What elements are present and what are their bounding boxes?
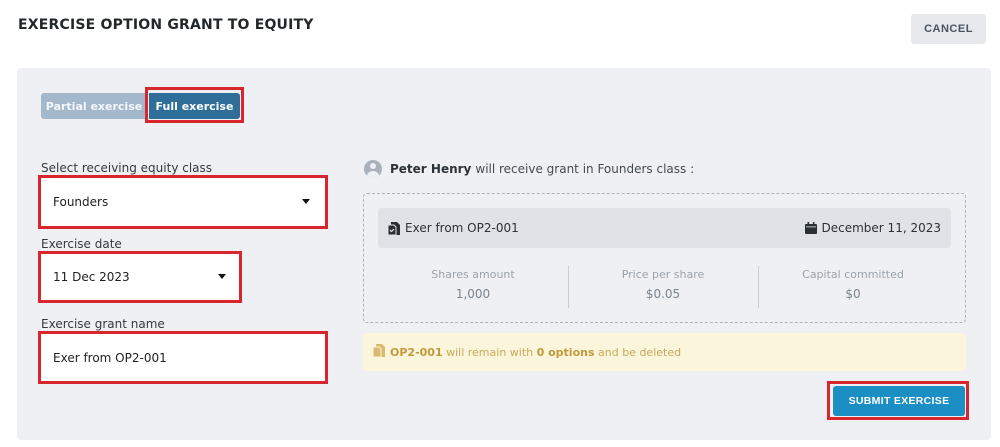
equity-class-value: Founders [53,195,109,209]
recipient-summary: Peter Henry will receive grant in Founde… [364,160,694,178]
recipient-text: will receive grant in Founders class : [475,162,695,176]
stat-shares-amount: Shares amount 1,000 [378,268,568,301]
notice-text-before: will remain with [446,345,534,359]
chevron-down-icon [218,274,226,279]
equity-class-select[interactable]: Founders [41,178,325,226]
grant-date: December 11, 2023 [821,221,941,235]
document-icon [372,344,385,360]
partial-exercise-tab[interactable]: Partial exercise [41,93,147,119]
exercise-date-label: Exercise date [41,237,122,251]
exercise-date-value: 11 Dec 2023 [53,270,130,284]
notice-options: 0 options [536,345,595,359]
grant-header-bar: Exer from OP2-001 December 11, 2023 [378,208,951,248]
notice-grant-code: OP2-001 [390,345,443,359]
grant-title: Exer from OP2-001 [405,221,519,235]
full-exercise-tab[interactable]: Full exercise [149,93,240,119]
stat-label: Shares amount [431,268,515,281]
cancel-button[interactable]: CANCEL [911,14,986,44]
chevron-down-icon [302,199,310,204]
stat-value: 1,000 [455,287,491,301]
avatar-icon [364,160,382,178]
document-icon [387,221,400,235]
submit-exercise-button[interactable]: SUBMIT EXERCISE [833,386,965,416]
stat-label: Price per share [621,268,705,281]
notice-text-after: and be deleted [598,345,682,359]
stat-label: Capital committed [802,268,904,281]
remaining-options-notice: OP2-001 will remain with 0 options and b… [363,333,966,371]
stat-value: $0.05 [645,287,681,301]
grant-name-input[interactable]: Exer from OP2-001 [41,334,325,381]
grant-name-value: Exer from OP2-001 [53,350,167,365]
recipient-name: Peter Henry [390,162,472,176]
equity-class-label: Select receiving equity class [41,161,213,175]
stat-capital-committed: Capital committed $0 [758,268,948,301]
dialog-title: EXERCISE OPTION GRANT TO EQUITY [18,17,314,33]
calendar-icon [804,222,817,234]
stat-value: $0 [845,287,861,301]
grant-name-label: Exercise grant name [41,317,165,331]
stat-price-per-share: Price per share $0.05 [568,268,758,301]
exercise-date-picker[interactable]: 11 Dec 2023 [41,254,239,300]
